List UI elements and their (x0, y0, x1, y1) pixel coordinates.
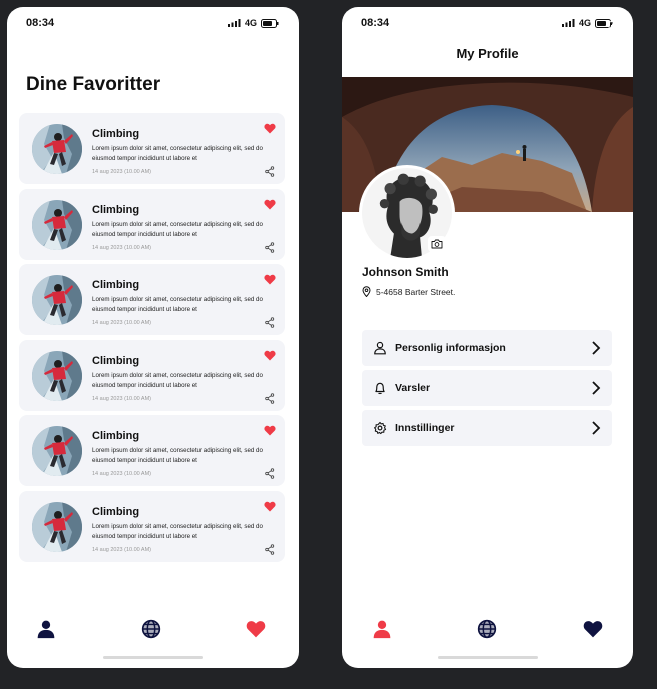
favorite-card[interactable]: Climbing Lorem ipsum dolor sit amet, con… (19, 188, 285, 260)
chevron-right-icon (592, 421, 601, 435)
heart-icon[interactable] (264, 274, 276, 285)
favorite-date: 14 aug 2023 (10.00 AM) (92, 244, 152, 251)
menu-item-personal-info[interactable]: Personlig informasjon (362, 330, 612, 366)
battery-icon (261, 18, 279, 28)
signal-icon (227, 19, 241, 27)
camera-icon (431, 239, 443, 249)
status-bar: 08:34 4G (7, 7, 299, 39)
profile-name: Johnson Smith (362, 265, 449, 279)
heart-icon[interactable] (264, 425, 276, 436)
user-icon[interactable] (372, 619, 392, 639)
favorite-card[interactable]: Climbing Lorem ipsum dolor sit amet, con… (19, 415, 285, 486)
bottom-nav (7, 617, 299, 647)
climbing-thumbnail (32, 426, 82, 476)
favorite-title: Climbing (92, 279, 140, 291)
favorite-description: Lorem ipsum dolor sit amet, consectetur … (92, 371, 263, 389)
network-label: 4G (244, 18, 257, 28)
favorite-date: 14 aug 2023 (10.00 AM) (92, 320, 152, 326)
menu-label: Personlig informasjon (395, 342, 506, 354)
favorite-title: Climbing (92, 430, 140, 442)
globe-icon[interactable] (141, 619, 161, 639)
favorite-card[interactable]: Climbing Lorem ipsum dolor sit amet, con… (19, 264, 285, 335)
share-icon[interactable] (265, 317, 275, 328)
favorite-title: Climbing (92, 505, 140, 518)
location-pin-icon (362, 286, 371, 297)
favorite-date: 14 aug 2023 (10.00 AM) (92, 395, 152, 402)
favorite-card[interactable]: Climbing Lorem ipsum dolor sit amet, con… (19, 113, 285, 184)
status-time: 08:34 (26, 17, 55, 29)
favorite-date: 14 aug 2023 (10.00 AM) (92, 471, 152, 477)
chevron-right-icon (592, 381, 601, 395)
climbing-thumbnail (32, 275, 82, 325)
avatar-camera-button[interactable] (428, 236, 446, 252)
status-bar: 08:34 4G (342, 7, 633, 39)
heart-icon[interactable] (264, 199, 276, 210)
home-indicator (103, 656, 203, 659)
gear-icon (374, 421, 387, 435)
address-text: 5-4658 Barter Street. (376, 286, 456, 297)
profile-address: 5-4658 Barter Street. (362, 286, 455, 297)
heart-icon[interactable] (246, 619, 266, 639)
profile-screen: 08:34 4G My Profile Johnson Smith 5-4658… (342, 7, 633, 668)
favorite-description: Lorem ipsum dolor sit amet, consectetur … (92, 220, 263, 238)
favorites-list: Climbing Lorem ipsum dolor sit amet, con… (19, 113, 285, 566)
status-indicators: 4G (227, 18, 279, 28)
signal-icon (561, 19, 575, 27)
share-icon[interactable] (265, 544, 275, 555)
home-indicator (437, 656, 538, 659)
page-title: My Profile (456, 46, 519, 61)
menu-item-settings[interactable]: Innstillinger (362, 410, 612, 446)
share-icon[interactable] (265, 393, 275, 404)
favorite-title: Climbing (92, 354, 140, 367)
share-icon[interactable] (265, 166, 275, 177)
menu-item-notifications[interactable]: Varsler (362, 370, 612, 406)
network-label: 4G (578, 18, 591, 28)
user-icon[interactable] (36, 619, 56, 639)
favorite-card[interactable]: Climbing Lorem ipsum dolor sit amet, con… (19, 339, 285, 411)
menu-label: Varsler (395, 382, 431, 394)
chevron-right-icon (592, 341, 601, 355)
favorites-screen: 08:34 4G Dine Favoritter Climbing Lorem … (7, 7, 299, 668)
climbing-thumbnail (32, 502, 82, 552)
page-title: Dine Favoritter (26, 74, 161, 95)
heart-icon[interactable] (264, 501, 276, 512)
heart-icon[interactable] (264, 350, 276, 361)
favorite-description: Lorem ipsum dolor sit amet, consectetur … (92, 145, 263, 162)
favorite-description: Lorem ipsum dolor sit amet, consectetur … (92, 447, 263, 464)
climbing-thumbnail (32, 351, 82, 401)
share-icon[interactable] (265, 468, 275, 479)
status-time: 08:34 (361, 17, 390, 29)
favorite-description: Lorem ipsum dolor sit amet, consectetur … (92, 522, 263, 540)
profile-menu: Personlig informasjon Varsler Innstillin… (362, 330, 612, 450)
user-icon (374, 341, 386, 355)
favorite-title: Climbing (92, 128, 140, 140)
favorite-title: Climbing (92, 203, 140, 216)
bell-icon (375, 382, 385, 395)
bottom-nav (342, 617, 633, 647)
globe-icon[interactable] (477, 619, 497, 639)
heart-icon[interactable] (264, 123, 276, 134)
favorite-date: 14 aug 2023 (10.00 AM) (92, 169, 152, 175)
favorite-date: 14 aug 2023 (10.00 AM) (92, 546, 152, 553)
climbing-thumbnail (32, 124, 82, 174)
heart-icon[interactable] (583, 619, 603, 639)
status-indicators: 4G (561, 18, 613, 28)
share-icon[interactable] (265, 242, 275, 253)
climbing-thumbnail (32, 200, 82, 250)
camera-icon[interactable] (608, 19, 621, 30)
favorite-card[interactable]: Climbing Lorem ipsum dolor sit amet, con… (19, 490, 285, 562)
favorite-description: Lorem ipsum dolor sit amet, consectetur … (92, 296, 263, 313)
menu-label: Innstillinger (395, 422, 455, 434)
